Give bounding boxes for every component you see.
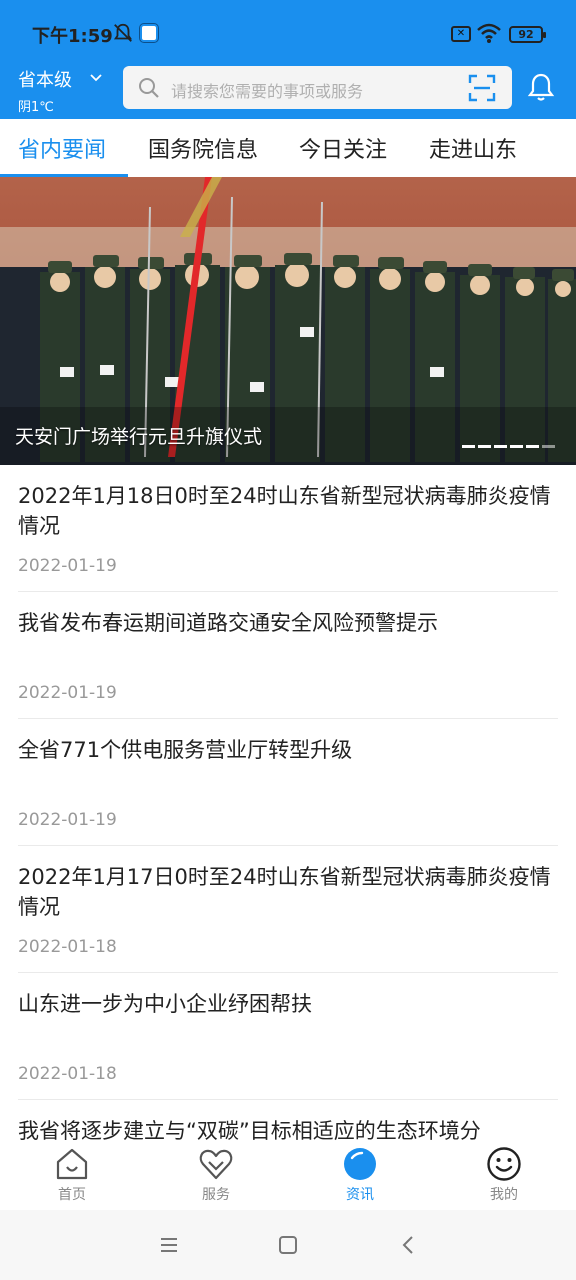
chevron-down-icon[interactable] [88,70,104,86]
tab-into-shandong[interactable]: 走进山东 [429,132,517,164]
system-navigation-bar [0,1210,576,1280]
banner-caption: 天安门广场举行元旦升旗仪式 [15,426,263,448]
news-title[interactable]: 全省771个供电服务营业厅转型升级 [18,735,558,765]
nav-label[interactable]: 首页 [32,1184,112,1204]
carousel-dot-active[interactable] [526,445,539,448]
search-input[interactable]: 请搜索您需要的事项或服务 [123,66,512,109]
wifi-icon [477,23,501,43]
nav-label[interactable]: 我的 [464,1184,544,1204]
search-placeholder: 请搜索您需要的事项或服务 [171,82,364,101]
bell-icon[interactable] [527,72,555,102]
news-date: 2022-01-18 [18,1064,117,1084]
news-item[interactable]: 2022年1月17日0时至24时山东省新型冠状病毒肺炎疫情情况 2022-01-… [18,846,558,973]
nav-mine[interactable]: 我的 [464,1146,544,1204]
tab-today-focus[interactable]: 今日关注 [299,132,387,164]
weather-text: 阴1℃ [18,100,54,115]
news-date: 2022-01-19 [18,683,117,703]
menu-icon[interactable] [158,1234,180,1256]
smiley-icon[interactable] [486,1146,522,1182]
heart-icon[interactable] [198,1146,234,1182]
scan-icon[interactable] [468,74,496,102]
news-title[interactable]: 我省发布春运期间道路交通安全风险预警提示 [18,608,558,638]
category-tabs: 省内要闻 国务院信息 今日关注 走进山东 [0,119,576,177]
carousel-dots [462,433,558,448]
home-icon[interactable] [54,1146,90,1182]
news-item[interactable]: 全省771个供电服务营业厅转型升级 2022-01-19 [18,719,558,846]
battery-icon: 92 [509,26,546,43]
news-title[interactable]: 2022年1月17日0时至24时山东省新型冠状病毒肺炎疫情情况 [18,862,558,922]
nav-label[interactable]: 资讯 [320,1184,400,1204]
status-bar: 下午1:59 ✕ 92 [0,0,576,64]
bottom-navigation: 首页 服务 资讯 我的 [0,1146,576,1210]
news-date: 2022-01-19 [18,556,117,576]
home-square-icon[interactable] [277,1234,299,1256]
carousel-dot[interactable] [478,445,491,448]
news-title[interactable]: 山东进一步为中小企业纾困帮扶 [18,989,558,1019]
carousel-dot[interactable] [542,445,555,448]
search-icon [139,78,159,98]
carousel-dot[interactable] [510,445,523,448]
sim-disabled-icon: ✕ [451,26,471,42]
nav-service[interactable]: 服务 [176,1146,256,1204]
back-icon[interactable] [398,1234,420,1256]
news-icon[interactable] [342,1146,378,1182]
news-title[interactable]: 2022年1月18日0时至24时山东省新型冠状病毒肺炎疫情情况 [18,481,558,541]
nav-news[interactable]: 资讯 [320,1146,400,1204]
news-list: 2022年1月18日0时至24时山东省新型冠状病毒肺炎疫情情况 2022-01-… [0,465,576,1160]
news-item[interactable]: 我省发布春运期间道路交通安全风险预警提示 2022-01-19 [18,592,558,719]
app-notification-icon [140,24,158,42]
status-time: 下午1:59 [32,26,113,47]
nav-home[interactable]: 首页 [32,1146,112,1204]
region-selector[interactable]: 省本级 阴1℃ [18,66,102,115]
tab-state-council[interactable]: 国务院信息 [148,132,258,164]
news-item[interactable]: 山东进一步为中小企业纾困帮扶 2022-01-18 [18,973,558,1100]
news-title[interactable]: 我省将逐步建立与“双碳”目标相适应的生态环境分 [18,1116,558,1146]
news-date: 2022-01-18 [18,937,117,957]
news-item[interactable]: 2022年1月18日0时至24时山东省新型冠状病毒肺炎疫情情况 2022-01-… [18,465,558,592]
region-name[interactable]: 省本级 [18,66,72,92]
nav-label[interactable]: 服务 [176,1184,256,1204]
carousel-dot[interactable] [494,445,507,448]
carousel-dot[interactable] [462,445,475,448]
news-date: 2022-01-19 [18,810,117,830]
tab-province-news[interactable]: 省内要闻 [18,132,106,164]
mute-icon [113,23,133,42]
app-header: 下午1:59 ✕ 92 省本级 阴1℃ 请搜索您需要的事项或服务 [0,0,576,119]
